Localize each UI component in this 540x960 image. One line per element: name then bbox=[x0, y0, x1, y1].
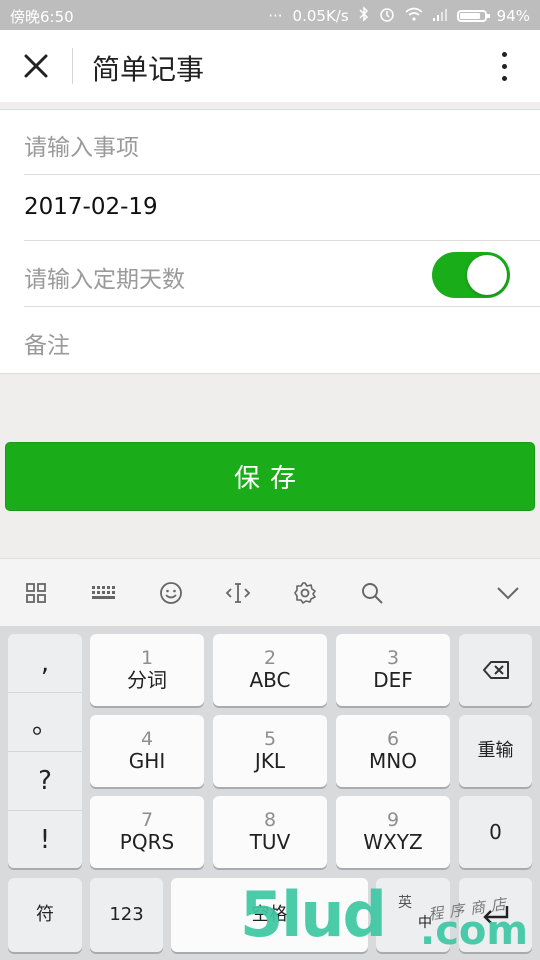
alarm-icon bbox=[379, 6, 395, 26]
close-button[interactable] bbox=[14, 46, 58, 86]
status-time: 傍晚6:50 bbox=[10, 8, 74, 26]
emoji-icon[interactable] bbox=[155, 577, 187, 609]
signal-icon bbox=[432, 7, 447, 25]
status-bar: 傍晚6:50 ··· 0.05K/s 94% bbox=[0, 0, 540, 30]
chevron-down-icon[interactable] bbox=[492, 577, 524, 609]
more-vertical-icon bbox=[501, 51, 507, 57]
punct-exclaim-key[interactable]: ! bbox=[8, 811, 82, 869]
date-field[interactable]: 2017-02-19 bbox=[0, 176, 540, 241]
period-field[interactable]: 请输入定期天数 bbox=[0, 242, 540, 307]
backspace-key[interactable] bbox=[459, 634, 532, 706]
key-4[interactable]: 4 GHI bbox=[90, 715, 204, 787]
battery-percent: 94% bbox=[496, 7, 530, 25]
keyboard-icon[interactable] bbox=[87, 577, 119, 609]
watermark-logo: 5lud 程序商店 .com bbox=[236, 878, 536, 960]
item-input[interactable]: 请输入事项 bbox=[24, 128, 139, 162]
punct-comma-key[interactable]: , bbox=[8, 634, 82, 692]
key-5[interactable]: 5 JKL bbox=[213, 715, 327, 787]
date-value[interactable]: 2017-02-19 bbox=[24, 194, 158, 220]
zero-key[interactable]: 0 bbox=[459, 796, 532, 868]
nav-divider bbox=[72, 48, 73, 84]
close-icon bbox=[24, 54, 48, 78]
symbol-key[interactable]: 符 bbox=[8, 878, 82, 952]
watermark-brand: 5lud bbox=[240, 878, 387, 951]
network-speed: 0.05K/s bbox=[292, 7, 349, 25]
note-input[interactable]: 备注 bbox=[24, 326, 70, 360]
key-6[interactable]: 6 MNO bbox=[336, 715, 450, 787]
note-form: 请输入事项 2017-02-19 请输入定期天数 备注 bbox=[0, 109, 540, 374]
grid-icon[interactable] bbox=[20, 577, 52, 609]
gear-icon[interactable] bbox=[289, 577, 321, 609]
keyboard-toolbar bbox=[0, 558, 540, 627]
wifi-icon bbox=[405, 7, 423, 25]
bluetooth-icon bbox=[359, 6, 369, 26]
key-2[interactable]: 2 ABC bbox=[213, 634, 327, 706]
cursor-icon[interactable] bbox=[222, 577, 254, 609]
key-3[interactable]: 3 DEF bbox=[336, 634, 450, 706]
save-button[interactable]: 保存 bbox=[5, 442, 535, 511]
backspace-icon bbox=[482, 661, 509, 679]
punct-question-key[interactable]: ? bbox=[8, 752, 82, 810]
note-field[interactable]: 备注 bbox=[0, 308, 540, 373]
key-7[interactable]: 7 PQRS bbox=[90, 796, 204, 868]
period-toggle[interactable] bbox=[432, 252, 510, 298]
period-days-input[interactable]: 请输入定期天数 bbox=[24, 260, 185, 294]
punct-period-key[interactable]: 。 bbox=[8, 693, 82, 751]
watermark-tld: .com bbox=[420, 908, 529, 954]
punctuation-column: , 。 ? ! bbox=[8, 634, 82, 868]
search-icon[interactable] bbox=[356, 577, 388, 609]
more-button[interactable] bbox=[484, 46, 524, 86]
key-1[interactable]: 1 分词 bbox=[90, 634, 204, 706]
digits-key[interactable]: 123 bbox=[90, 878, 163, 952]
key-8[interactable]: 8 TUV bbox=[213, 796, 327, 868]
page-title: 简单记事 bbox=[92, 53, 205, 86]
key-9[interactable]: 9 WXYZ bbox=[336, 796, 450, 868]
battery-icon bbox=[456, 10, 490, 22]
nav-bar: 简单记事 bbox=[0, 30, 540, 102]
item-field[interactable]: 请输入事项 bbox=[0, 110, 540, 175]
toggle-knob bbox=[467, 255, 507, 295]
signal-dots: ··· bbox=[268, 7, 283, 25]
retype-key[interactable]: 重输 bbox=[459, 715, 532, 787]
